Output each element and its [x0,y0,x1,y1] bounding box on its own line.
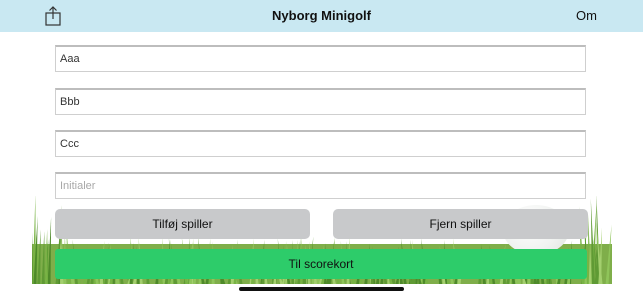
about-button[interactable]: Om [576,8,597,23]
remove-player-button[interactable]: Fjern spiller [333,209,588,239]
add-player-button[interactable]: Tilføj spiller [55,209,310,239]
page-title: Nyborg Minigolf [272,8,371,23]
initials-field[interactable] [55,172,586,199]
player-2-field[interactable] [55,88,586,115]
navigation-bar: Nyborg Minigolf Om [0,0,643,32]
scorecard-button[interactable]: Til scorekort [55,249,587,279]
player-3-field[interactable] [55,130,586,157]
player-1-field[interactable] [55,45,586,72]
home-indicator [239,287,404,291]
